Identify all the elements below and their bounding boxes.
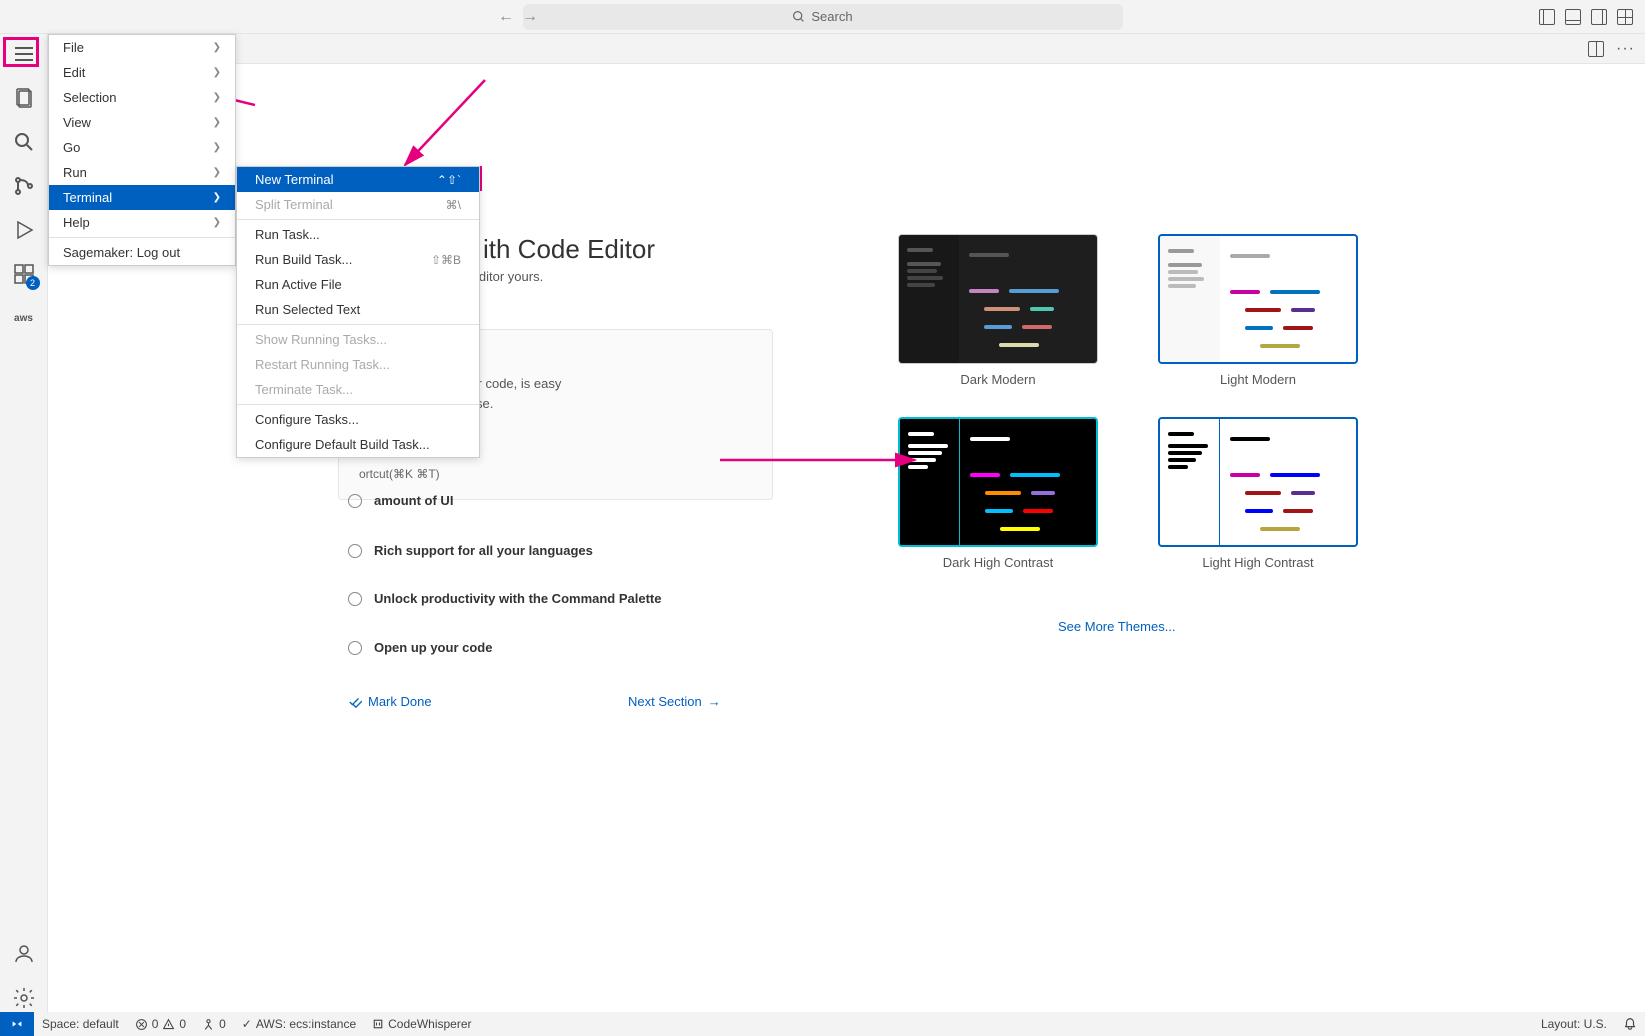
status-codewhisperer[interactable]: CodeWhisperer [364, 1017, 479, 1031]
toggle-sidebar-right-icon[interactable] [1591, 9, 1607, 25]
status-bar: Space: default 0 0 0 ✓ AWS: ecs:instance… [0, 1012, 1645, 1036]
menu-help[interactable]: Help❯ [49, 210, 235, 235]
submenu-configure-tasks[interactable]: Configure Tasks... [237, 407, 479, 432]
next-section-link[interactable]: Next Section → [628, 694, 721, 709]
chevron-right-icon: ❯ [213, 92, 221, 103]
theme-dark-modern[interactable]: Dark Modern [888, 234, 1108, 387]
search-placeholder: Search [811, 9, 852, 24]
chevron-right-icon: ❯ [213, 117, 221, 128]
theme-dark-high-contrast[interactable]: Dark High Contrast [888, 417, 1108, 570]
editor-tabbar: ··· [0, 34, 1645, 64]
toggle-sidebar-left-icon[interactable] [1539, 9, 1555, 25]
aws-icon[interactable]: aws [10, 304, 38, 332]
step-command-palette[interactable]: Unlock productivity with the Command Pal… [348, 591, 661, 606]
submenu-run-task[interactable]: Run Task... [237, 222, 479, 247]
mark-done-link[interactable]: Mark Done [348, 694, 432, 709]
chevron-right-icon: ❯ [213, 167, 221, 178]
step-right-amount-ui[interactable]: amount of UI [348, 493, 453, 508]
menu-view[interactable]: View❯ [49, 110, 235, 135]
chevron-right-icon: ❯ [213, 192, 221, 203]
activity-bar: 2 aws [0, 34, 48, 1012]
submenu-run-selected-text[interactable]: Run Selected Text [237, 297, 479, 322]
theme-light-high-contrast[interactable]: Light High Contrast [1148, 417, 1368, 570]
chevron-right-icon: ❯ [213, 42, 221, 53]
chevron-right-icon: ❯ [213, 142, 221, 153]
source-control-icon[interactable] [10, 172, 38, 200]
settings-gear-icon[interactable] [10, 984, 38, 1012]
status-space[interactable]: Space: default [34, 1017, 127, 1031]
notifications-bell-icon[interactable] [1615, 1017, 1645, 1031]
circle-icon [348, 544, 362, 558]
submenu-configure-default-build-task[interactable]: Configure Default Build Task... [237, 432, 479, 457]
step-open-code[interactable]: Open up your code [348, 640, 492, 655]
menu-terminal[interactable]: Terminal❯ [49, 185, 235, 210]
remote-indicator[interactable] [0, 1012, 34, 1036]
menu-edit[interactable]: Edit❯ [49, 60, 235, 85]
chevron-right-icon: ❯ [213, 67, 221, 78]
run-debug-icon[interactable] [10, 216, 38, 244]
circle-icon [348, 592, 362, 606]
theme-light-modern[interactable]: Light Modern [1148, 234, 1368, 387]
menu-go[interactable]: Go❯ [49, 135, 235, 160]
welcome-title: ith Code Editor [483, 234, 655, 265]
customize-layout-icon[interactable] [1617, 9, 1633, 25]
accounts-icon[interactable] [10, 940, 38, 968]
titlebar: ← → Search [0, 0, 1645, 34]
nav-forward-icon[interactable]: → [522, 8, 538, 26]
menu-run[interactable]: Run❯ [49, 160, 235, 185]
extensions-icon[interactable]: 2 [10, 260, 38, 288]
menu-icon[interactable] [10, 40, 38, 68]
step-rich-languages[interactable]: Rich support for all your languages [348, 543, 593, 558]
menu-sagemaker-logout[interactable]: Sagemaker: Log out [49, 240, 235, 265]
submenu-split-terminal: Split Terminal⌘\ [237, 192, 479, 217]
circle-icon [348, 641, 362, 655]
circle-icon [348, 494, 362, 508]
status-aws[interactable]: ✓ AWS: ecs:instance [234, 1017, 364, 1031]
nav-back-icon[interactable]: ← [498, 8, 514, 26]
status-layout[interactable]: Layout: U.S. [1533, 1017, 1615, 1031]
arrow-right-icon: → [708, 694, 721, 709]
chevron-right-icon: ❯ [213, 217, 221, 228]
see-more-themes-link[interactable]: See More Themes... [1058, 619, 1176, 634]
submenu-show-running-tasks: Show Running Tasks... [237, 327, 479, 352]
submenu-terminate-task: Terminate Task... [237, 377, 479, 402]
search-icon[interactable] [10, 128, 38, 156]
submenu-restart-running-task: Restart Running Task... [237, 352, 479, 377]
extensions-badge: 2 [26, 276, 40, 290]
toggle-panel-icon[interactable] [1565, 9, 1581, 25]
menu-file[interactable]: File❯ [49, 35, 235, 60]
more-actions-icon[interactable]: ··· [1616, 40, 1635, 58]
main-menu: File❯ Edit❯ Selection❯ View❯ Go❯ Run❯ Te… [48, 34, 236, 266]
menu-selection[interactable]: Selection❯ [49, 85, 235, 110]
submenu-run-build-task[interactable]: Run Build Task...⇧⌘B [237, 247, 479, 272]
terminal-submenu: New Terminal⌃⇧` Split Terminal⌘\ Run Tas… [236, 166, 480, 458]
split-editor-icon[interactable] [1588, 41, 1604, 57]
theme-tip: ortcut(⌘K ⌘T) [359, 467, 752, 481]
status-problems[interactable]: 0 0 [127, 1017, 194, 1031]
submenu-new-terminal[interactable]: New Terminal⌃⇧` [237, 167, 479, 192]
explorer-icon[interactable] [10, 84, 38, 112]
status-ports[interactable]: 0 [194, 1017, 234, 1031]
submenu-run-active-file[interactable]: Run Active File [237, 272, 479, 297]
search-input[interactable]: Search [523, 4, 1123, 30]
